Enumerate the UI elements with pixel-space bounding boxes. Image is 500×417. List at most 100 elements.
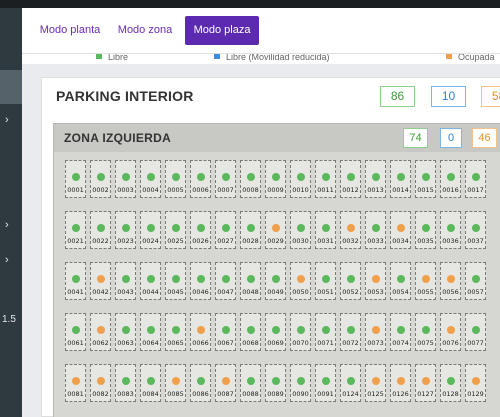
parking-slot[interactable]: 0021	[65, 211, 86, 249]
parking-slot[interactable]: 0128	[440, 364, 461, 402]
parking-slot[interactable]: 0004	[140, 160, 161, 198]
parking-slot[interactable]: 0028	[240, 211, 261, 249]
slot-number: 0127	[417, 390, 434, 398]
tab-modo-plaza[interactable]: Modo plaza	[185, 16, 259, 45]
parking-slot[interactable]: 0052	[340, 262, 361, 300]
parking-slot[interactable]: 0042	[90, 262, 111, 300]
parking-slot[interactable]: 0129	[465, 364, 486, 402]
slot-status-dot	[272, 224, 280, 232]
parking-slot[interactable]: 0090	[290, 364, 311, 402]
parking-slot[interactable]: 0022	[90, 211, 111, 249]
parking-slot[interactable]: 0007	[215, 160, 236, 198]
parking-slot[interactable]: 0014	[390, 160, 411, 198]
parking-slot[interactable]: 0068	[240, 313, 261, 351]
parking-slot[interactable]: 0066	[190, 313, 211, 351]
parking-slot[interactable]: 0006	[190, 160, 211, 198]
parking-slot[interactable]: 0013	[365, 160, 386, 198]
parking-slot[interactable]: 0037	[465, 211, 486, 249]
parking-slot[interactable]: 0091	[315, 364, 336, 402]
parking-slot[interactable]: 0008	[240, 160, 261, 198]
parking-slot[interactable]: 0023	[115, 211, 136, 249]
parking-slot[interactable]: 0071	[315, 313, 336, 351]
parking-slot[interactable]: 0045	[165, 262, 186, 300]
parking-slot[interactable]: 0057	[465, 262, 486, 300]
parking-slot[interactable]: 0034	[390, 211, 411, 249]
parking-slot[interactable]: 0036	[440, 211, 461, 249]
parking-slot[interactable]: 0031	[315, 211, 336, 249]
parking-slot[interactable]: 0077	[465, 313, 486, 351]
parking-slot[interactable]: 0025	[165, 211, 186, 249]
parking-slot[interactable]: 0049	[265, 262, 286, 300]
parking-slot[interactable]: 0046	[190, 262, 211, 300]
parking-slot[interactable]: 0072	[340, 313, 361, 351]
parking-slot[interactable]: 0026	[190, 211, 211, 249]
parking-slot[interactable]: 0125	[365, 364, 386, 402]
chevron-right-icon[interactable]: ›	[5, 220, 9, 231]
tab-modo-planta[interactable]: Modo planta	[36, 16, 104, 45]
parking-slot[interactable]: 0088	[240, 364, 261, 402]
parking-slot[interactable]: 0076	[440, 313, 461, 351]
parking-slot[interactable]: 0067	[215, 313, 236, 351]
parking-slot[interactable]: 0069	[265, 313, 286, 351]
chevron-right-icon[interactable]: ›	[5, 255, 9, 266]
parking-slot[interactable]: 0048	[240, 262, 261, 300]
slot-number: 0003	[117, 186, 134, 194]
parking-slot[interactable]: 0017	[465, 160, 486, 198]
sidebar-active-item[interactable]	[0, 70, 22, 104]
parking-slot[interactable]: 0011	[315, 160, 336, 198]
chevron-right-icon[interactable]: ›	[5, 115, 9, 126]
parking-slot[interactable]: 0033	[365, 211, 386, 249]
parking-slot[interactable]: 0001	[65, 160, 86, 198]
parking-slot[interactable]: 0054	[390, 262, 411, 300]
parking-slot[interactable]: 0087	[215, 364, 236, 402]
parking-slot[interactable]: 0024	[140, 211, 161, 249]
parking-slot[interactable]: 0029	[265, 211, 286, 249]
parking-slot[interactable]: 0063	[115, 313, 136, 351]
parking-slot[interactable]: 0056	[440, 262, 461, 300]
parking-slot[interactable]: 0089	[265, 364, 286, 402]
parking-slot[interactable]: 0009	[265, 160, 286, 198]
parking-slot[interactable]: 0074	[390, 313, 411, 351]
parking-slot[interactable]: 0005	[165, 160, 186, 198]
parking-slot[interactable]: 0075	[415, 313, 436, 351]
parking-slot[interactable]: 0073	[365, 313, 386, 351]
parking-slot[interactable]: 0065	[165, 313, 186, 351]
parking-slot[interactable]: 0027	[215, 211, 236, 249]
slot-number: 0129	[467, 390, 484, 398]
parking-slot[interactable]: 0070	[290, 313, 311, 351]
parking-slot[interactable]: 0126	[390, 364, 411, 402]
parking-slot[interactable]: 0032	[340, 211, 361, 249]
parking-slot[interactable]: 0030	[290, 211, 311, 249]
parking-slot[interactable]: 0055	[415, 262, 436, 300]
parking-slot[interactable]: 0083	[115, 364, 136, 402]
parking-slot[interactable]: 0053	[365, 262, 386, 300]
parking-slot[interactable]: 0124	[340, 364, 361, 402]
parking-slot[interactable]: 0002	[90, 160, 111, 198]
slot-status-dot	[222, 377, 230, 385]
tab-modo-zona[interactable]: Modo zona	[114, 16, 176, 45]
parking-slot[interactable]: 0082	[90, 364, 111, 402]
parking-slot[interactable]: 0012	[340, 160, 361, 198]
parking-slot[interactable]: 0086	[190, 364, 211, 402]
parking-slot[interactable]: 0085	[165, 364, 186, 402]
parking-slot[interactable]: 0064	[140, 313, 161, 351]
parking-slot[interactable]: 0043	[115, 262, 136, 300]
parking-slot[interactable]: 0016	[440, 160, 461, 198]
parking-slot[interactable]: 0015	[415, 160, 436, 198]
parking-slot[interactable]: 0084	[140, 364, 161, 402]
parking-slot[interactable]: 0061	[65, 313, 86, 351]
parking-slot[interactable]: 0050	[290, 262, 311, 300]
slot-number: 0085	[167, 390, 184, 398]
parking-slot[interactable]: 0010	[290, 160, 311, 198]
slot-number: 0029	[267, 237, 284, 245]
parking-slot[interactable]: 0127	[415, 364, 436, 402]
parking-slot[interactable]: 0047	[215, 262, 236, 300]
slot-status-dot	[72, 377, 80, 385]
parking-slot[interactable]: 0062	[90, 313, 111, 351]
parking-slot[interactable]: 0051	[315, 262, 336, 300]
parking-slot[interactable]: 0044	[140, 262, 161, 300]
parking-slot[interactable]: 0041	[65, 262, 86, 300]
parking-slot[interactable]: 0035	[415, 211, 436, 249]
parking-slot[interactable]: 0081	[65, 364, 86, 402]
parking-slot[interactable]: 0003	[115, 160, 136, 198]
